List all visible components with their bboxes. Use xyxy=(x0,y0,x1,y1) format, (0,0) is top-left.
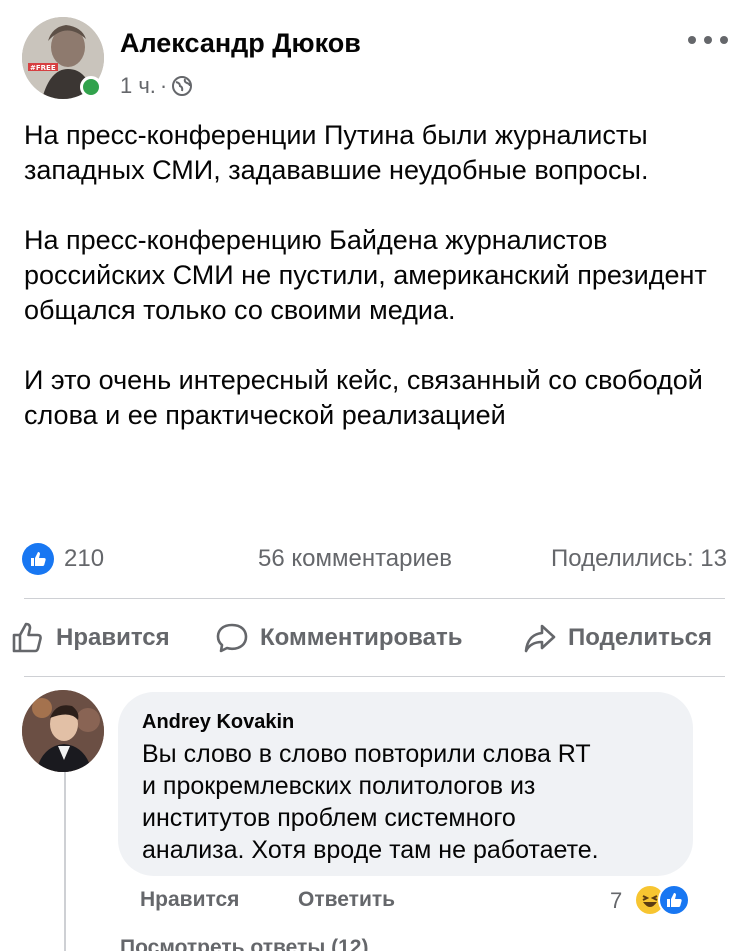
commenter-avatar-image xyxy=(22,690,104,772)
share-icon xyxy=(524,624,556,653)
online-status-indicator xyxy=(80,76,102,98)
share-button-label: Поделиться xyxy=(568,624,713,651)
comment-button-label: Комментировать xyxy=(260,624,463,651)
comment-text-line: и прокремлевских политологов из xyxy=(142,772,536,800)
post-paragraph: И это очень интересный кейс, связанный с… xyxy=(24,365,703,430)
likes-count[interactable]: 210 xyxy=(64,545,104,573)
comment-text-line: анализа. Хотя вроде там не работаете. xyxy=(142,836,599,864)
commenter-avatar[interactable] xyxy=(22,690,104,772)
dot xyxy=(688,36,696,44)
svg-text:#FREE: #FREE xyxy=(30,64,56,72)
divider xyxy=(24,676,725,677)
reply-thread-line xyxy=(64,772,66,951)
commenter-name[interactable]: Andrey Kovakin xyxy=(142,708,669,736)
like-button-label: Нравится xyxy=(56,624,170,651)
post-time[interactable]: 1 ч. xyxy=(120,73,156,99)
comment-like-button[interactable]: Нравится xyxy=(140,888,239,912)
dot xyxy=(704,36,712,44)
post-actions: Нравится Комментировать Поделиться xyxy=(0,612,749,668)
post-header: #FREE Александр Дюков 1 ч. · xyxy=(0,0,749,110)
post-options-button[interactable] xyxy=(688,28,728,52)
like-reaction-icon[interactable] xyxy=(22,543,54,575)
view-replies-link[interactable]: Посмотреть ответы (12) xyxy=(120,936,368,951)
thumbs-up-icon xyxy=(12,622,42,653)
comment-icon xyxy=(216,623,248,653)
post-meta: 1 ч. · xyxy=(120,73,193,99)
share-button[interactable]: Поделиться xyxy=(522,620,712,656)
author-name[interactable]: Александр Дюков xyxy=(120,28,361,59)
comment-reply-button[interactable]: Ответить xyxy=(298,888,395,912)
reactions-summary: 210 56 комментариев Поделились: 13 xyxy=(22,540,727,580)
comment-button[interactable]: Комментировать xyxy=(214,620,462,656)
comments-count[interactable]: 56 комментариев xyxy=(258,545,452,573)
like-button[interactable]: Нравится xyxy=(10,620,170,656)
meta-separator: · xyxy=(159,73,168,98)
divider xyxy=(24,598,725,599)
post-paragraph: На пресс-конференции Путина были журнали… xyxy=(24,120,649,185)
globe-icon xyxy=(172,76,193,96)
comment-text-line: Вы слово в слово повторили слова RT xyxy=(142,740,591,768)
comment-reaction-count[interactable]: 7 xyxy=(610,888,622,914)
shares-count[interactable]: Поделились: 13 xyxy=(551,545,727,573)
comment-actions: Нравится Ответить 7 xyxy=(140,884,710,918)
like-icon[interactable] xyxy=(658,884,690,916)
post-text: На пресс-конференции Путина были журнали… xyxy=(24,118,734,468)
comment-text-line: институтов проблем системного xyxy=(142,804,516,832)
comment-text: Вы слово в слово повторили слова RT и пр… xyxy=(142,738,669,866)
dot xyxy=(720,36,728,44)
post-paragraph: На пресс-конференцию Байдена журналистов… xyxy=(24,225,707,325)
comment-bubble: Andrey Kovakin Вы слово в слово повторил… xyxy=(118,692,693,876)
